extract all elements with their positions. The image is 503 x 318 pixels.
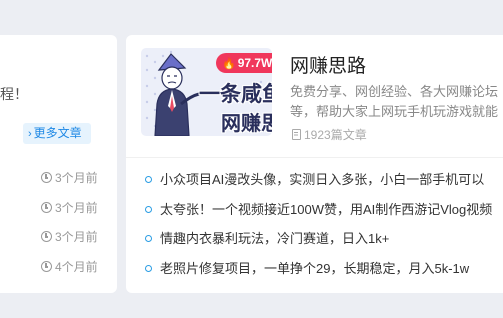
article-time: 4个月前 — [41, 258, 98, 275]
clock-icon — [41, 261, 52, 272]
more-articles-button[interactable]: › 更多文章 — [23, 123, 91, 144]
clock-icon — [41, 202, 52, 213]
ring-dot-icon — [145, 235, 152, 242]
article-time: 3个月前 — [41, 199, 98, 216]
ring-dot-icon — [145, 265, 152, 272]
article-link[interactable]: 情趣内衣暴利玩法，冷门赛道，日入1k+ — [145, 228, 389, 247]
more-articles-label: 更多文章 — [33, 126, 82, 140]
ring-dot-icon — [145, 176, 152, 183]
clock-icon — [41, 231, 52, 242]
divider — [126, 157, 503, 158]
article-link[interactable]: 老照片修复项目，一单挣个29，长期稳定，月入5k-1w — [145, 258, 469, 277]
article-link[interactable]: 太夸张！一个视频接近100W赞，用AI制作西游记Vlog视频 — [145, 199, 492, 218]
popularity-badge: 🔥97.7W+ — [216, 53, 272, 73]
ring-dot-icon — [145, 206, 152, 213]
left-column-card: 程！ › 更多文章 3个月前 3个月前 3个月前 4个月前 — [0, 35, 117, 293]
clock-icon — [41, 172, 52, 183]
column-title[interactable]: 网赚思路 — [290, 51, 366, 78]
cover-title-line1: 一条咸鱼的 — [199, 83, 272, 106]
article-time: 3个月前 — [41, 169, 98, 186]
column-description: 免费分享、网创经验、各大网赚论坛 等，帮助大家上网玩手机玩游戏就能 — [290, 84, 499, 119]
article-time: 3个月前 — [41, 228, 98, 245]
flame-icon: 🔥 — [222, 58, 236, 70]
column-cover-image[interactable]: 🔥97.7W+ 一条咸鱼的 网赚思路 — [141, 48, 272, 136]
column-card: 🔥97.7W+ 一条咸鱼的 网赚思路 网赚思路 免费分享、网创经验、各大网赚论坛… — [126, 35, 503, 293]
document-icon — [292, 129, 301, 140]
article-link[interactable]: 小众项目AI漫改头像，实测日入多张，小白一部手机可以 — [145, 169, 484, 188]
chevron-right-icon: › — [28, 128, 32, 140]
article-count: 1923篇文章 — [292, 126, 367, 143]
cover-title-line2: 网赚思路 — [221, 113, 272, 135]
column-description-tail: 程！ — [0, 86, 28, 102]
